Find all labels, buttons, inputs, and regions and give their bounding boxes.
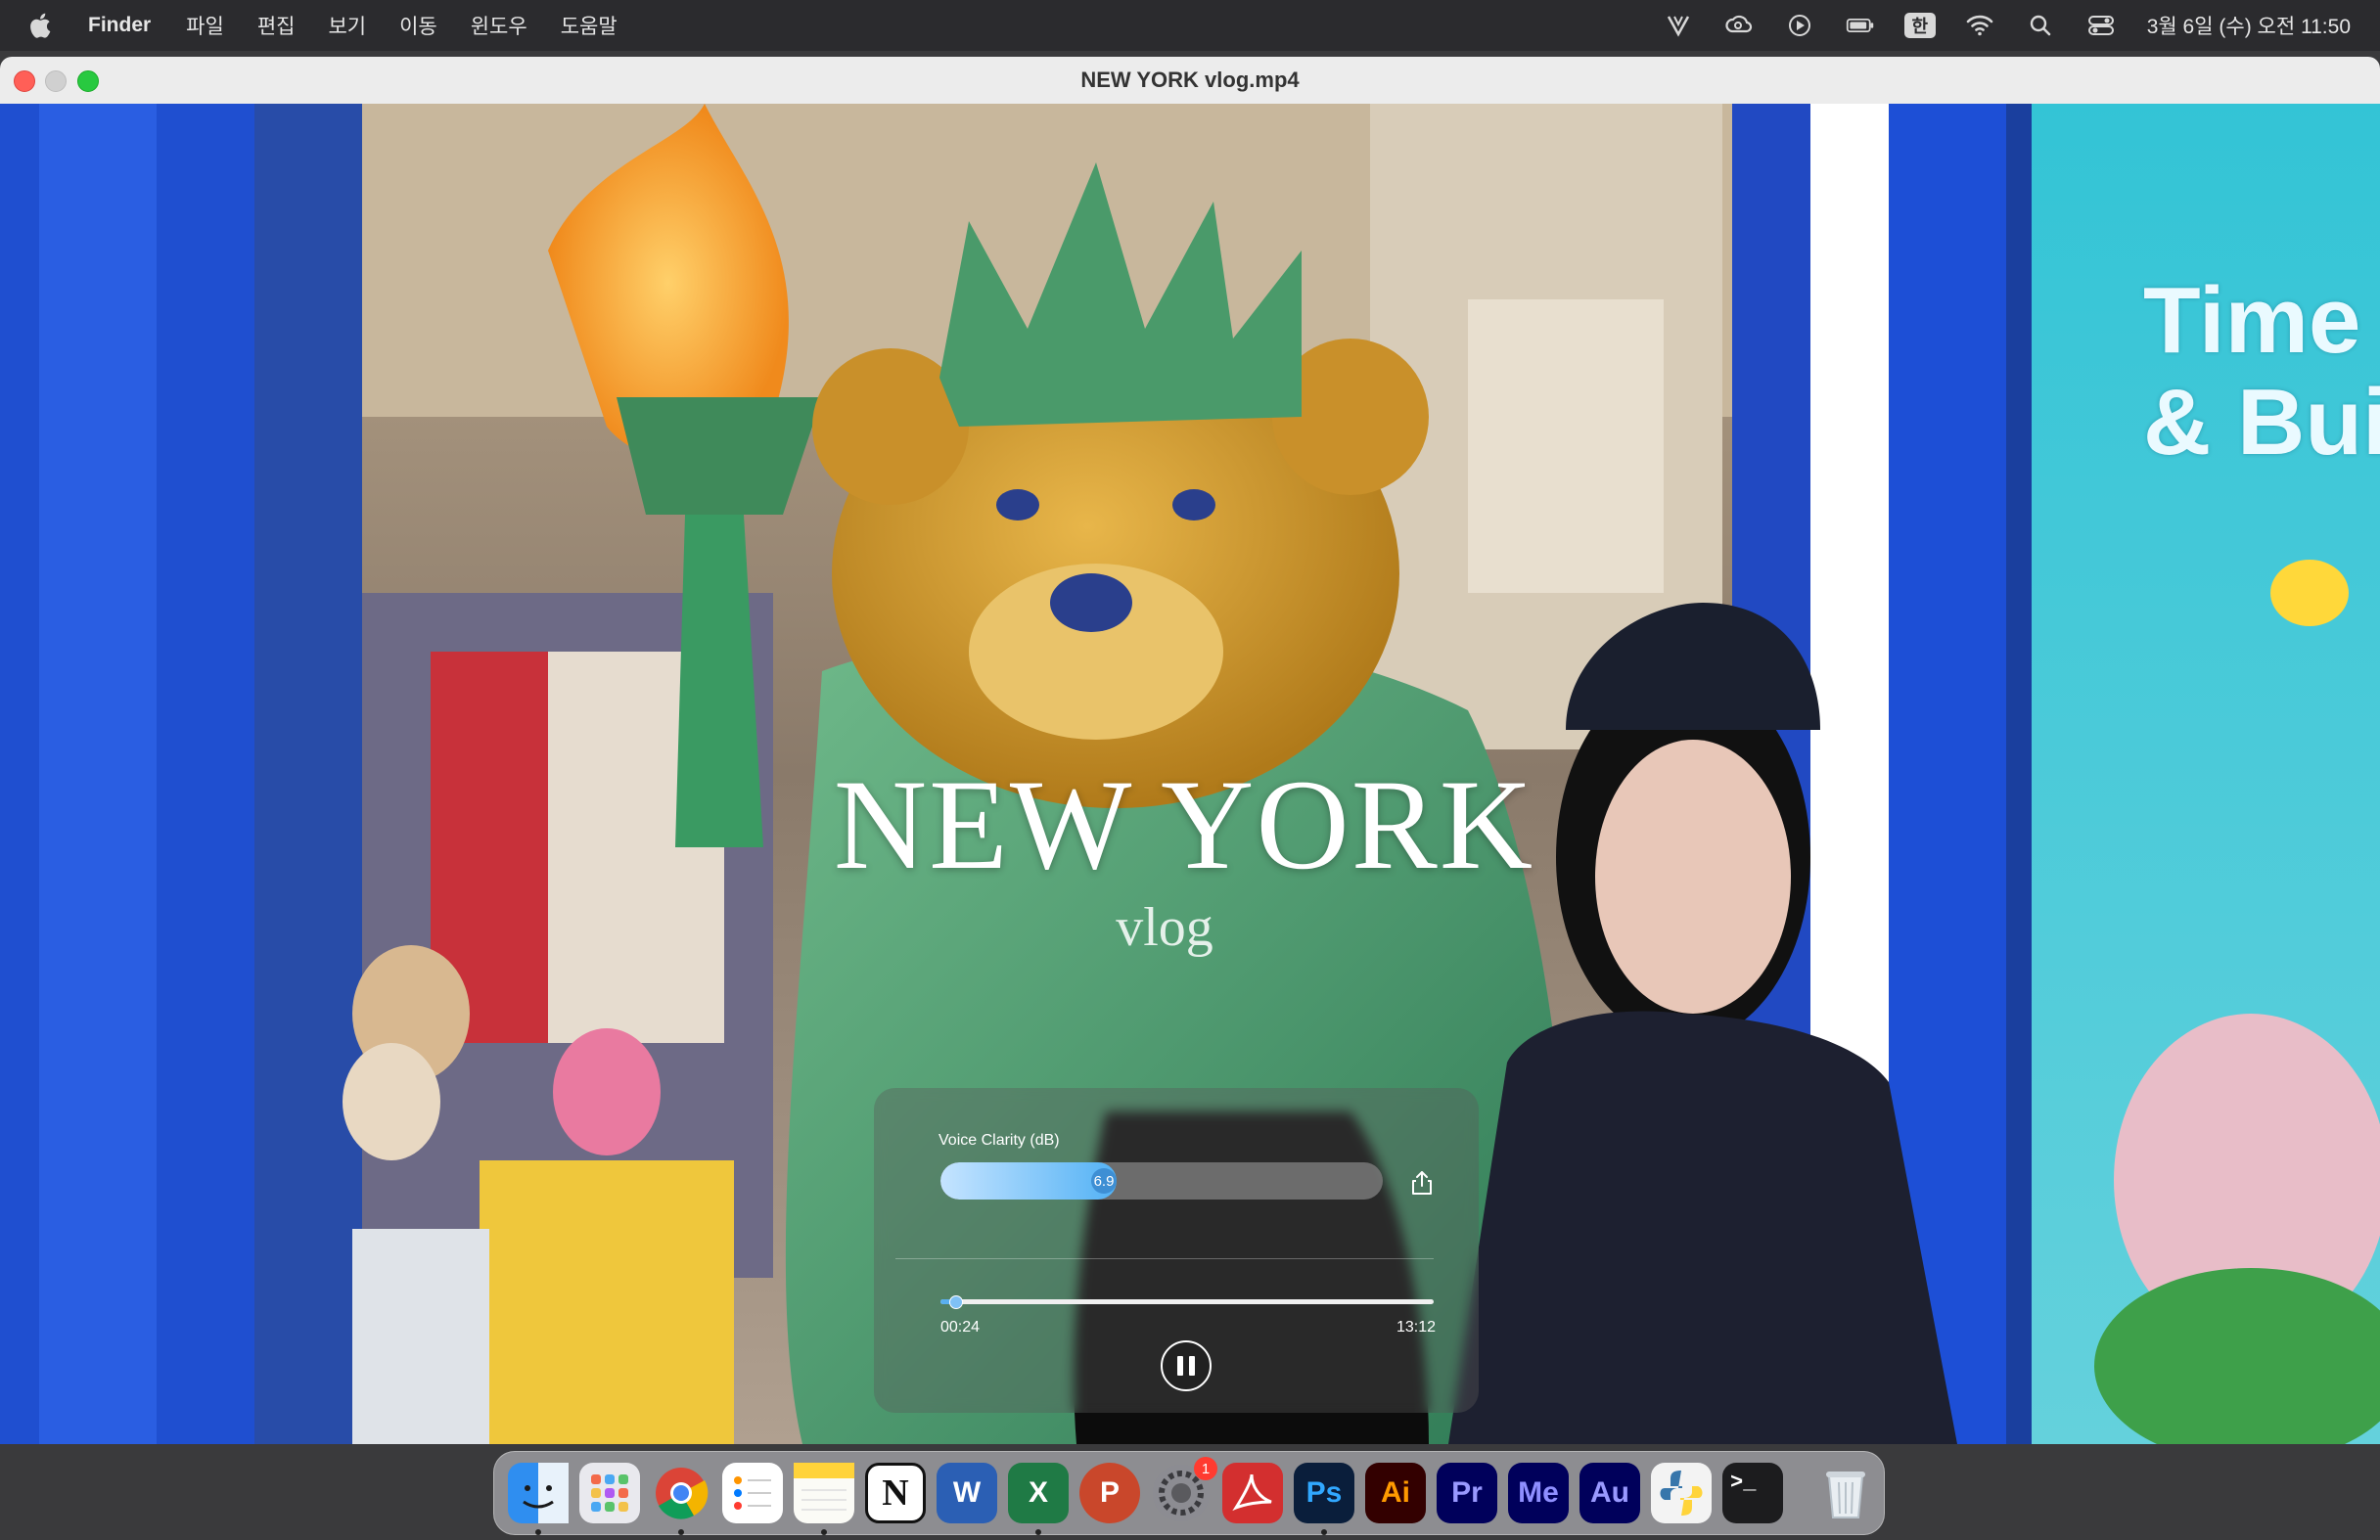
window-titlebar[interactable]: NEW YORK vlog.mp4 [0, 57, 2380, 105]
premiere-icon[interactable]: Pr [1437, 1463, 1497, 1523]
voice-clarity-slider[interactable]: 6.9 [940, 1162, 1383, 1200]
premiere-label: Pr [1451, 1476, 1483, 1509]
apple-menu-icon[interactable] [29, 11, 55, 40]
elapsed-time: 00:24 [940, 1319, 981, 1336]
notification-badge: 1 [1194, 1457, 1217, 1480]
seek-bar-handle[interactable] [949, 1295, 963, 1309]
pause-icon-bar-right [1189, 1356, 1195, 1376]
store-sign-text: Time & Bui [2143, 268, 2380, 475]
acrobat-icon[interactable] [1222, 1463, 1283, 1523]
vectorworks-icon[interactable] [1662, 12, 1695, 39]
battery-icon[interactable] [1844, 12, 1877, 39]
menu-edit[interactable]: 편집 [257, 11, 296, 40]
share-icon[interactable] [1410, 1170, 1434, 1196]
launchpad-icon[interactable] [579, 1463, 640, 1523]
dock: N W X P 1 Ps Ai Pr Me Au >_ [493, 1451, 1885, 1535]
video-frame[interactable]: NEW YORK vlog Time & Bui Voice Clarity (… [0, 104, 2380, 1444]
illustrator-label: Ai [1381, 1476, 1410, 1509]
notion-label: N [882, 1472, 909, 1514]
search-icon[interactable] [2024, 12, 2057, 39]
creative-cloud-icon[interactable] [1722, 12, 1756, 39]
trash-icon[interactable] [1815, 1463, 1876, 1523]
media-encoder-icon[interactable]: Me [1508, 1463, 1569, 1523]
wifi-icon[interactable] [1963, 12, 1996, 39]
voice-clarity-fill [940, 1162, 1117, 1200]
terminal-icon[interactable]: >_ [1722, 1463, 1783, 1523]
media-encoder-label: Me [1518, 1476, 1559, 1509]
terminal-label: >_ [1730, 1471, 1757, 1495]
finder-icon[interactable] [508, 1463, 569, 1535]
running-indicator [678, 1529, 684, 1535]
running-indicator [1321, 1529, 1327, 1535]
powerpoint-icon[interactable]: P [1079, 1463, 1140, 1523]
video-subtitle-overlay: vlog [1116, 897, 1213, 958]
running-indicator [535, 1529, 541, 1535]
media-play-icon[interactable] [1783, 12, 1816, 39]
notes-icon[interactable] [794, 1463, 854, 1535]
powerpoint-label: P [1099, 1476, 1120, 1509]
reminders-icon[interactable] [722, 1463, 783, 1523]
photoshop-label: Ps [1305, 1476, 1343, 1509]
audition-label: Au [1590, 1476, 1629, 1509]
control-center-icon[interactable] [2084, 12, 2118, 39]
menu-bar: Finder 파일 편집 보기 이동 윈도우 도움말 한 3월 6일 (수) 오… [0, 0, 2380, 51]
video-title-overlay: NEW YORK [833, 752, 1535, 896]
video-player-window: NEW YORK vlog.mp4 NEW YORK vlog Time & B… [0, 57, 2380, 1444]
hud-divider [895, 1258, 1434, 1259]
pause-icon-bar-left [1177, 1356, 1183, 1376]
menu-clock[interactable]: 3월 6일 (수) 오전 11:50 [2147, 11, 2351, 40]
menu-go[interactable]: 이동 [399, 11, 437, 40]
player-controls-hud: Voice Clarity (dB) 6.9 00:24 13:12 [874, 1088, 1479, 1413]
settings-gear-icon[interactable]: 1 [1151, 1457, 1217, 1523]
notion-icon[interactable]: N [865, 1463, 926, 1523]
audition-icon[interactable]: Au [1579, 1463, 1640, 1523]
photoshop-icon[interactable]: Ps [1294, 1463, 1354, 1535]
menu-help[interactable]: 도움말 [561, 11, 618, 40]
word-icon[interactable]: W [937, 1463, 997, 1523]
python-icon[interactable] [1651, 1463, 1712, 1523]
excel-icon[interactable]: X [1008, 1463, 1069, 1535]
excel-label: X [1028, 1476, 1048, 1509]
input-method-badge[interactable]: 한 [1903, 13, 1936, 38]
voice-clarity-value[interactable]: 6.9 [1091, 1168, 1117, 1194]
voice-clarity-label: Voice Clarity (dB) [938, 1132, 1060, 1149]
seek-bar[interactable] [940, 1295, 1434, 1309]
illustrator-icon[interactable]: Ai [1365, 1463, 1426, 1523]
running-indicator [821, 1529, 827, 1535]
menu-view[interactable]: 보기 [328, 11, 366, 40]
word-label: W [952, 1476, 982, 1509]
menu-window[interactable]: 윈도우 [471, 11, 527, 40]
window-title: NEW YORK vlog.mp4 [1080, 68, 1300, 92]
menu-file[interactable]: 파일 [186, 11, 224, 40]
chrome-icon[interactable] [651, 1463, 711, 1535]
pause-button[interactable] [1161, 1340, 1212, 1391]
running-indicator [1035, 1529, 1041, 1535]
total-duration: 13:12 [1396, 1319, 1437, 1336]
menu-app-name[interactable]: Finder [88, 14, 151, 37]
